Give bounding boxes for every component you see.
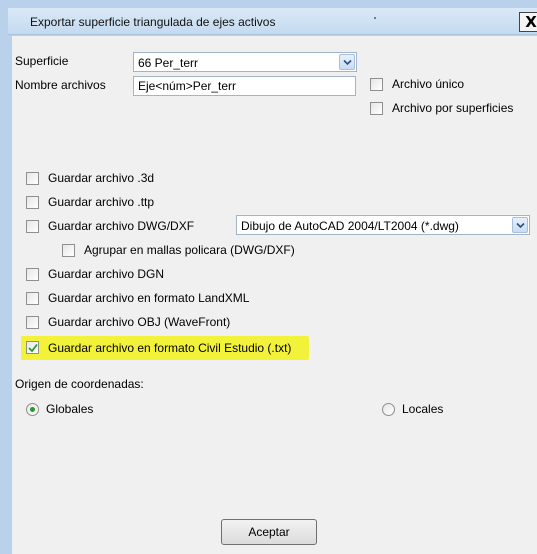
title-bar-mark [374,17,376,19]
dialog-client-area: Superficie 66 Per_terr Nombre archivos A… [12,36,537,554]
nombre-archivos-input[interactable] [134,77,355,95]
guardar-ttp-label: Guardar archivo .ttp [48,195,155,209]
window-title: Exportar superficie triangulada de ejes … [30,15,276,29]
agrupar-mallas-checkbox[interactable] [62,244,75,257]
superficie-select[interactable]: 66 Per_terr [133,52,357,72]
globales-radio[interactable] [26,403,39,416]
locales-label: Locales [402,402,444,416]
close-button[interactable]: X [519,12,537,32]
chevron-down-icon[interactable] [512,217,528,233]
chevron-down-icon[interactable] [339,54,355,70]
superficie-label: Superficie [15,54,69,68]
globales-label: Globales [46,402,94,416]
archivo-por-superficies-label: Archivo por superficies [392,101,514,115]
guardar-dwg-dxf-checkbox[interactable] [26,220,39,233]
close-icon: X [525,13,537,31]
guardar-dgn-label: Guardar archivo DGN [48,267,165,281]
guardar-dgn-checkbox[interactable] [26,268,39,281]
guardar-civil-estudio-label: Guardar archivo en formato Civil Estudio… [48,341,292,355]
guardar-obj-checkbox[interactable] [26,316,39,329]
aceptar-button[interactable]: Aceptar [221,519,317,545]
origen-coordenadas-label: Origen de coordenadas: [15,377,144,391]
aceptar-button-label: Aceptar [248,525,290,539]
archivo-unico-checkbox[interactable] [370,78,383,91]
superficie-select-value: 66 Per_terr [138,56,199,70]
agrupar-mallas-label: Agrupar en mallas policara (DWG/DXF) [84,243,295,257]
nombre-archivos-label: Nombre archivos [15,78,106,92]
locales-radio[interactable] [382,403,395,416]
dialog-window: Exportar superficie triangulada de ejes … [0,0,537,554]
radio-selected-dot [30,407,35,412]
guardar-civil-estudio-checkbox[interactable] [26,341,39,354]
guardar-landxml-label: Guardar archivo en formato LandXML [48,291,250,305]
checkmark-icon [28,343,38,353]
guardar-ttp-checkbox[interactable] [26,196,39,209]
nombre-archivos-field[interactable] [133,76,356,96]
archivo-unico-label: Archivo único [392,77,465,91]
guardar-landxml-checkbox[interactable] [26,292,39,305]
title-bar[interactable]: Exportar superficie triangulada de ejes … [8,8,537,35]
guardar-3d-checkbox[interactable] [26,172,39,185]
guardar-dwg-dxf-label: Guardar archivo DWG/DXF [48,219,195,233]
archivo-por-superficies-checkbox[interactable] [370,102,383,115]
guardar-3d-label: Guardar archivo .3d [48,171,155,185]
guardar-obj-label: Guardar archivo OBJ (WaveFront) [48,315,231,329]
dwg-format-select-value: Dibujo de AutoCAD 2004/LT2004 (*.dwg) [241,219,459,233]
dwg-format-select[interactable]: Dibujo de AutoCAD 2004/LT2004 (*.dwg) [236,215,530,235]
